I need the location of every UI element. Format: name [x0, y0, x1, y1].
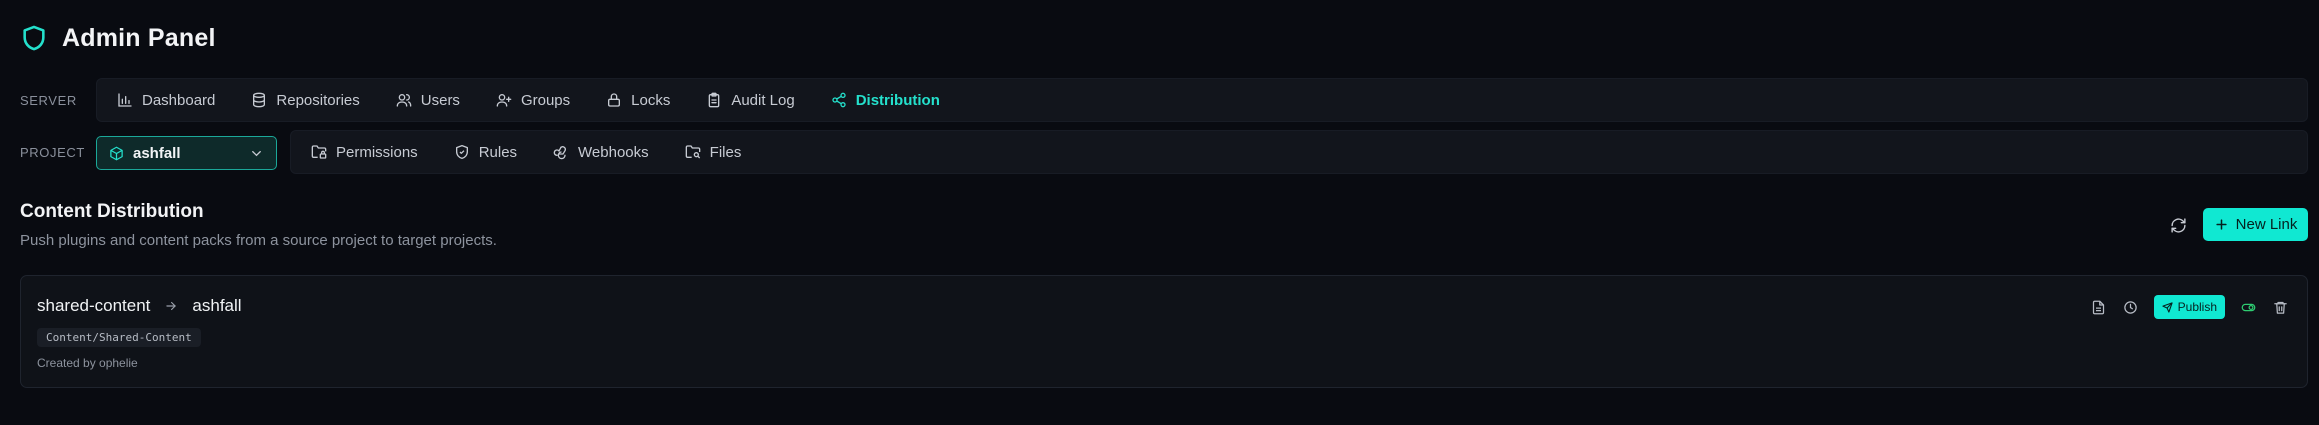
nav-repositories[interactable]: Repositories: [251, 79, 360, 121]
nav-distribution[interactable]: Distribution: [831, 79, 940, 121]
shield-icon: [20, 23, 48, 53]
bar-chart-icon: [117, 92, 133, 108]
section-title: Content Distribution: [20, 201, 204, 222]
webhook-icon: [553, 144, 569, 160]
nav-distribution-label: Distribution: [855, 91, 940, 109]
project-nav: Permissions Rules Webhooks Files: [290, 130, 2308, 174]
database-icon: [251, 92, 267, 108]
project-nav-label: PROJECT: [20, 145, 85, 160]
enable-toggle[interactable]: [2239, 298, 2257, 316]
view-details-button[interactable]: [2090, 298, 2108, 316]
server-nav: Dashboard Repositories Users Groups Lock…: [96, 78, 2308, 122]
publish-button[interactable]: Publish: [2153, 295, 2225, 319]
nav-permissions-label: Permissions: [336, 143, 418, 161]
history-button[interactable]: [2122, 298, 2140, 316]
project-selector-value: ashfall: [133, 144, 181, 162]
nav-webhooks-label: Webhooks: [578, 143, 649, 161]
nav-locks[interactable]: Locks: [606, 79, 670, 121]
card-actions: Publish: [2090, 295, 2289, 319]
link-target: ashfall: [192, 296, 242, 315]
nav-webhooks[interactable]: Webhooks: [553, 131, 649, 173]
folder-lock-icon: [311, 144, 327, 160]
nav-files-label: Files: [709, 143, 742, 161]
shield-check-icon: [454, 144, 470, 160]
nav-repositories-label: Repositories: [276, 91, 360, 109]
link-route: shared-content ashfall: [37, 296, 242, 316]
share-icon: [831, 92, 847, 108]
nav-locks-label: Locks: [631, 91, 671, 109]
toggle-on-icon: [2241, 300, 2256, 315]
nav-audit-log-label: Audit Log: [731, 91, 795, 109]
publish-label: Publish: [2177, 300, 2217, 314]
cube-icon: [109, 146, 124, 161]
nav-rules-label: Rules: [478, 143, 518, 161]
nav-rules[interactable]: Rules: [454, 131, 517, 173]
project-selector[interactable]: ashfall: [96, 136, 277, 170]
nav-audit-log[interactable]: Audit Log: [706, 79, 795, 121]
nav-groups-label: Groups: [520, 91, 571, 109]
delete-button[interactable]: [2271, 298, 2289, 316]
link-created-by: Created by ophelie: [37, 356, 138, 370]
trash-icon: [2273, 300, 2288, 315]
link-source: shared-content: [37, 296, 151, 315]
lock-icon: [606, 92, 622, 108]
chevron-down-icon: [249, 146, 264, 161]
nav-dashboard-label: Dashboard: [142, 91, 216, 109]
refresh-button[interactable]: [2167, 214, 2189, 236]
link-path-badge: Content/Shared-Content: [37, 328, 201, 347]
section-subtitle: Push plugins and content packs from a so…: [20, 232, 497, 249]
user-plus-icon: [496, 92, 512, 108]
clipboard-icon: [706, 92, 722, 108]
app-title: Admin Panel: [62, 23, 216, 52]
folder-search-icon: [685, 144, 701, 160]
nav-files[interactable]: Files: [685, 131, 742, 173]
file-text-icon: [2091, 300, 2106, 315]
arrow-right-icon: [164, 299, 178, 313]
clock-icon: [2123, 300, 2138, 315]
new-link-label: New Link: [2235, 216, 2298, 233]
nav-permissions[interactable]: Permissions: [311, 131, 418, 173]
nav-users[interactable]: Users: [396, 79, 460, 121]
refresh-icon: [2170, 217, 2187, 234]
distribution-link-card: shared-content ashfall Content/Shared-Co…: [20, 275, 2308, 388]
new-link-button[interactable]: New Link: [2203, 208, 2308, 241]
nav-groups[interactable]: Groups: [496, 79, 570, 121]
server-nav-label: SERVER: [20, 93, 77, 108]
plus-icon: [2214, 217, 2229, 232]
app-header: Admin Panel: [20, 22, 216, 54]
nav-users-label: Users: [420, 91, 460, 109]
users-icon: [396, 92, 412, 108]
send-icon: [2162, 301, 2173, 313]
nav-dashboard[interactable]: Dashboard: [117, 79, 215, 121]
